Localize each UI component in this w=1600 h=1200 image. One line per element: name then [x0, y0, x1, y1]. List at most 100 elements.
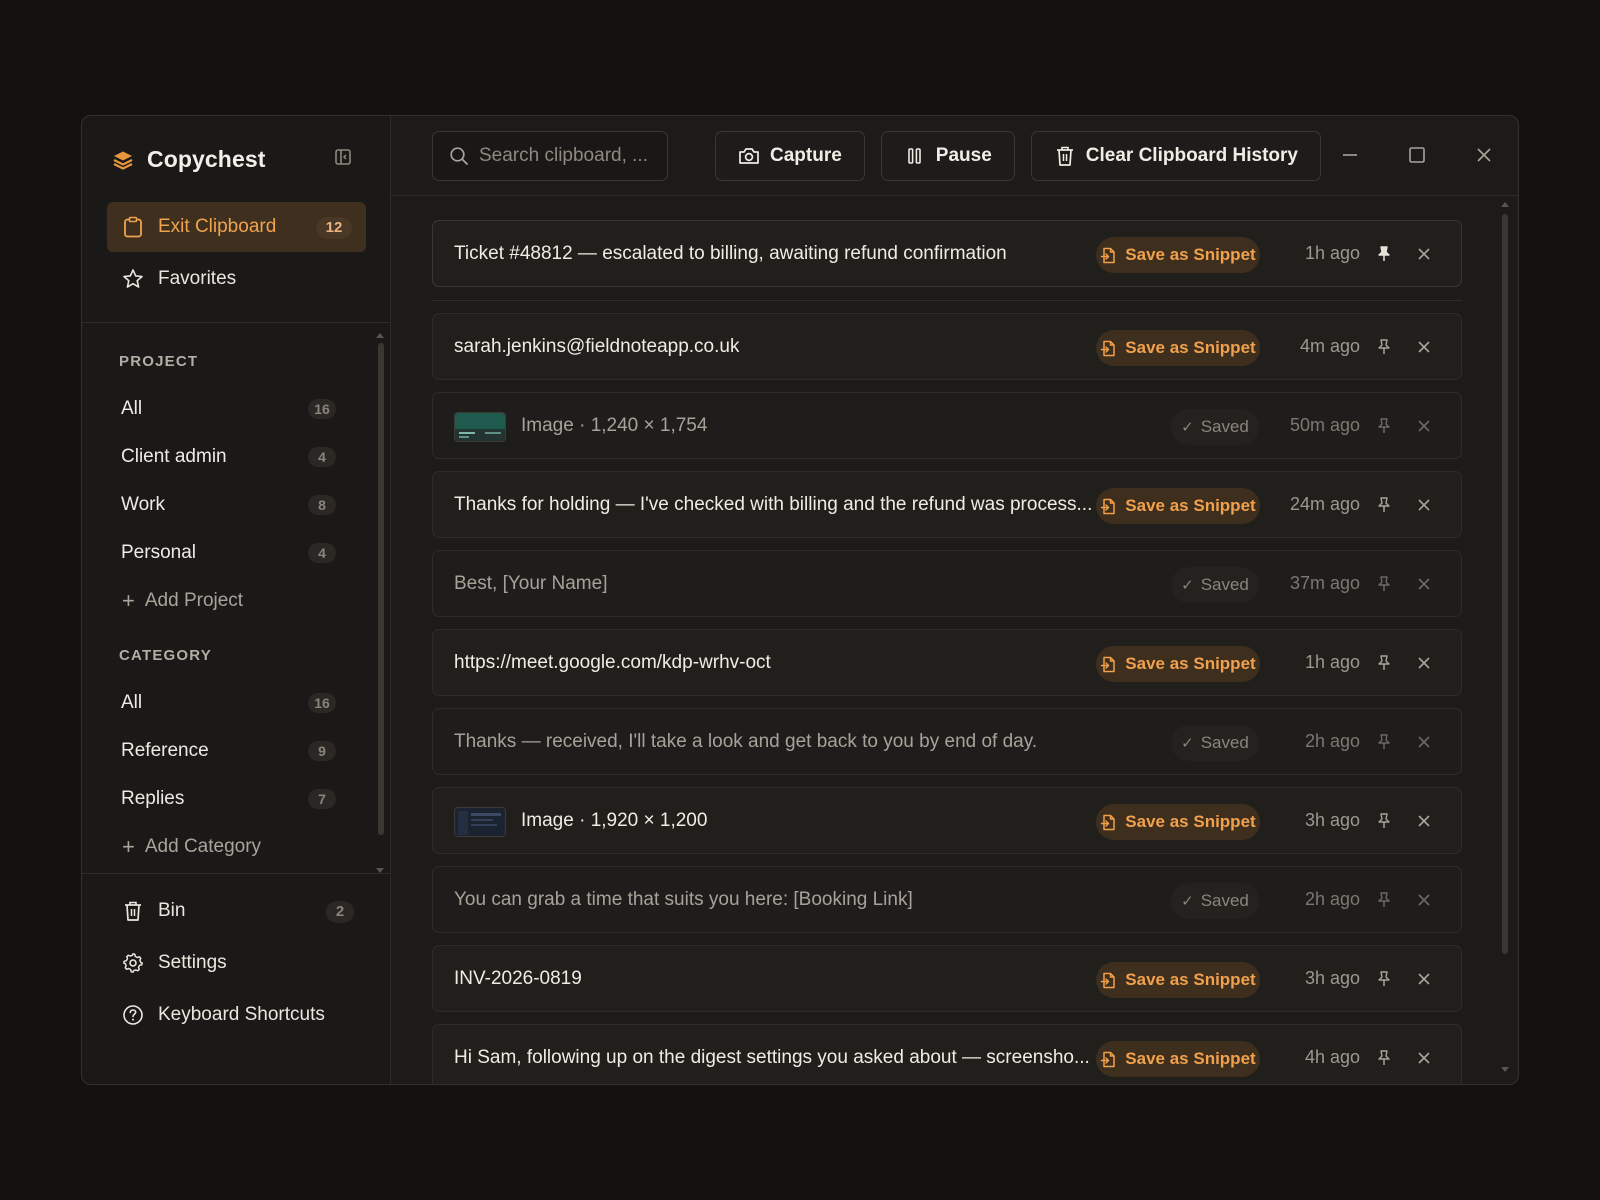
sidebar-top-nav: Exit Clipboard 12 Favorites [82, 202, 390, 306]
scroll-up-arrow-icon[interactable] [1501, 202, 1509, 207]
pin-icon[interactable] [1375, 970, 1393, 988]
project-label: Client admin [121, 446, 227, 467]
scroll-down-arrow-icon[interactable] [1501, 1067, 1509, 1072]
saved-label: Saved [1200, 417, 1249, 436]
clip-row[interactable]: Thanks — received, I'll take a look and … [432, 708, 1462, 775]
scrollbar-thumb[interactable] [378, 343, 384, 835]
sidebar-item-bin[interactable]: Bin 2 [107, 886, 366, 936]
clip-text: Thanks — received, I'll take a look and … [454, 730, 1038, 752]
pin-icon[interactable] [1375, 496, 1393, 514]
save-as-snippet-label: Save as Snippet [1125, 496, 1256, 515]
pause-button[interactable]: Pause [880, 130, 1015, 181]
delete-clip-icon[interactable] [1415, 417, 1433, 435]
scroll-up-arrow-icon[interactable] [376, 333, 384, 338]
clip-row[interactable]: Thanks for holding — I've checked with b… [432, 471, 1462, 538]
sidebar-item-favorites[interactable]: Favorites [107, 254, 366, 304]
image-thumbnail [454, 807, 506, 837]
clip-row[interactable]: You can grab a time that suits you here:… [432, 866, 1462, 933]
clip-row[interactable]: INV-2026-0819 Save as Snippet 3h ago [432, 945, 1462, 1012]
project-item-client-admin[interactable]: Client admin 4 [82, 433, 390, 481]
pin-icon[interactable] [1375, 812, 1393, 830]
sidebar-collapse-icon[interactable] [334, 148, 352, 166]
clip-timestamp: 37m ago [1289, 573, 1360, 593]
delete-clip-icon[interactable] [1415, 575, 1433, 593]
clip-timestamp: 50m ago [1289, 415, 1360, 435]
clip-row[interactable]: Hi Sam, following up on the digest setti… [432, 1024, 1462, 1084]
pin-icon[interactable] [1375, 338, 1393, 356]
capture-button[interactable]: Capture [715, 130, 865, 181]
search-box[interactable] [432, 130, 668, 181]
sidebar-item-keyboard-shortcuts[interactable]: Keyboard Shortcuts [107, 990, 366, 1040]
pin-icon[interactable] [1375, 1049, 1393, 1067]
close-window-icon[interactable] [1473, 144, 1495, 166]
star-icon [122, 268, 144, 290]
saved-badge: ✓ Saved [1171, 409, 1259, 445]
section-heading-category: CATEGORY [119, 647, 212, 664]
project-item-all[interactable]: All 16 [82, 385, 390, 433]
pin-icon[interactable] [1375, 245, 1393, 263]
pause-icon [904, 145, 926, 167]
file-import-icon [1100, 814, 1117, 831]
delete-clip-icon[interactable] [1415, 245, 1433, 263]
clip-timestamp: 3h ago [1304, 810, 1360, 830]
sidebar-item-settings[interactable]: Settings [107, 938, 366, 988]
delete-clip-icon[interactable] [1415, 970, 1433, 988]
delete-clip-icon[interactable] [1415, 654, 1433, 672]
check-icon: ✓ [1181, 893, 1194, 910]
delete-clip-icon[interactable] [1415, 891, 1433, 909]
save-as-snippet-label: Save as Snippet [1125, 970, 1256, 989]
save-as-snippet-button[interactable]: Save as Snippet [1096, 1041, 1260, 1077]
clip-row[interactable]: Ticket #48812 — escalated to billing, aw… [432, 220, 1462, 287]
clip-text: INV-2026-0819 [454, 967, 582, 989]
count-badge: 2 [326, 901, 354, 923]
project-item-work[interactable]: Work 8 [82, 481, 390, 529]
save-as-snippet-button[interactable]: Save as Snippet [1096, 804, 1260, 840]
clip-row[interactable]: Image · 1,920 × 1,200 Save as Snippet 3h a… [432, 787, 1462, 854]
main-scrollbar[interactable] [1500, 202, 1510, 1072]
delete-clip-icon[interactable] [1415, 733, 1433, 751]
check-icon: ✓ [1181, 735, 1194, 752]
pin-icon[interactable] [1375, 733, 1393, 751]
pin-icon[interactable] [1375, 891, 1393, 909]
category-item-all[interactable]: All 16 [82, 679, 390, 727]
sidebar-item-exit-clipboard[interactable]: Exit Clipboard 12 [107, 202, 366, 252]
save-as-snippet-button[interactable]: Save as Snippet [1096, 962, 1260, 998]
sidebar: Copychest Exit Clipboard 12 Favorites PR… [82, 116, 391, 1084]
clip-row[interactable]: https://meet.google.com/kdp-wrhv-oct Save… [432, 629, 1462, 696]
clip-row[interactable]: Best, [Your Name] ✓ Saved 37m ago [432, 550, 1462, 617]
project-item-personal[interactable]: Personal 4 [82, 529, 390, 577]
delete-clip-icon[interactable] [1415, 812, 1433, 830]
save-as-snippet-label: Save as Snippet [1125, 245, 1256, 264]
category-item-replies[interactable]: Replies 7 [82, 775, 390, 823]
section-heading-project: PROJECT [119, 353, 199, 370]
file-import-icon [1100, 340, 1117, 357]
save-as-snippet-button[interactable]: Save as Snippet [1096, 488, 1260, 524]
count-badge: 16 [308, 693, 336, 713]
pin-icon[interactable] [1375, 417, 1393, 435]
clear-history-button[interactable]: Clear Clipboard History [1030, 130, 1321, 181]
count-badge: 4 [308, 543, 336, 563]
save-as-snippet-button[interactable]: Save as Snippet [1096, 237, 1260, 273]
category-item-reference[interactable]: Reference 9 [82, 727, 390, 775]
pin-icon[interactable] [1375, 654, 1393, 672]
maximize-icon[interactable] [1406, 144, 1428, 166]
minimize-icon[interactable] [1339, 144, 1361, 166]
search-input[interactable] [479, 144, 659, 167]
count-badge: 16 [308, 399, 336, 419]
scroll-down-arrow-icon[interactable] [376, 868, 384, 873]
clip-text: Ticket #48812 — escalated to billing, aw… [454, 242, 1007, 264]
pause-label: Pause [935, 144, 992, 166]
pin-icon[interactable] [1375, 575, 1393, 593]
save-as-snippet-button[interactable]: Save as Snippet [1096, 330, 1260, 366]
clip-row[interactable]: Image · 1,240 × 1,754 ✓ Saved 50m ago [432, 392, 1462, 459]
clip-row[interactable]: sarah.jenkins@fieldnoteapp.co.uk Save as … [432, 313, 1462, 380]
delete-clip-icon[interactable] [1415, 338, 1433, 356]
sidebar-scrollbar[interactable] [376, 333, 384, 873]
delete-clip-icon[interactable] [1415, 1049, 1433, 1067]
add-category-button[interactable]: + Add Category [82, 823, 390, 871]
delete-clip-icon[interactable] [1415, 496, 1433, 514]
add-project-button[interactable]: + Add Project [82, 577, 390, 625]
sidebar-item-label: Bin [158, 900, 186, 921]
scrollbar-thumb[interactable] [1502, 214, 1508, 954]
save-as-snippet-button[interactable]: Save as Snippet [1096, 646, 1260, 682]
